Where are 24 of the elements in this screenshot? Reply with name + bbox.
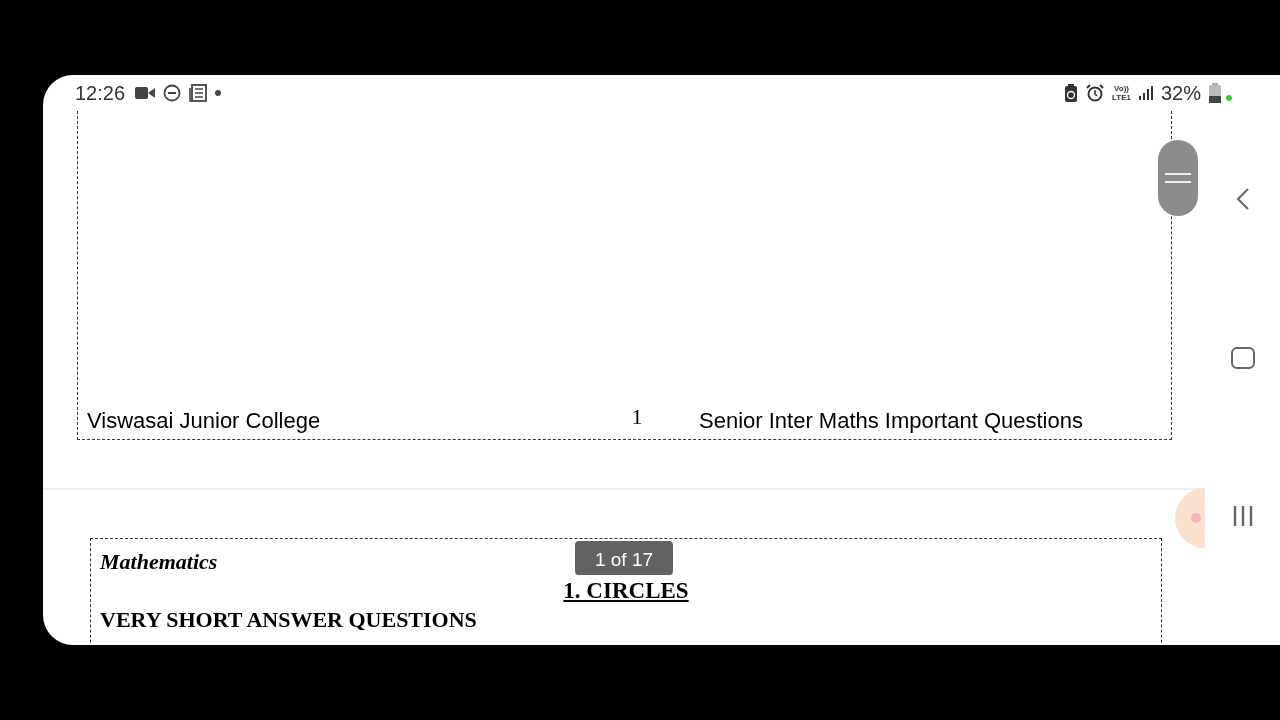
chapter-title: 1. CIRCLES xyxy=(563,578,689,604)
section-heading: VERY SHORT ANSWER QUESTIONS xyxy=(100,607,478,633)
network-label: LTE1 xyxy=(1112,93,1131,102)
dot-icon xyxy=(215,90,222,96)
video-camera-icon xyxy=(135,86,156,100)
battery-saver-icon xyxy=(1064,84,1078,102)
recents-icon[interactable] xyxy=(1231,505,1254,527)
subject-heading: Mathematics xyxy=(100,549,218,575)
scroll-handle[interactable] xyxy=(1158,140,1198,216)
network-label: Vo)) xyxy=(1114,84,1129,93)
minus-circle-icon xyxy=(163,84,182,102)
alarm-clock-icon xyxy=(1086,84,1104,102)
page-number: 1 xyxy=(631,404,643,430)
home-icon[interactable] xyxy=(1230,347,1255,369)
footer-text: Viswasai Junior College xyxy=(87,408,321,434)
page-indicator: 1 of 17 xyxy=(575,541,673,575)
back-icon[interactable] xyxy=(1235,187,1250,211)
signal-icon xyxy=(1138,86,1153,100)
battery-icon xyxy=(1209,83,1221,103)
clock-time: 12:26 xyxy=(75,81,126,105)
footer-text: Senior Inter Maths Important Questions xyxy=(698,408,1083,434)
status-dot-icon xyxy=(1226,95,1232,101)
newspaper-icon xyxy=(189,84,208,102)
battery-percent: 32% xyxy=(1160,81,1201,105)
